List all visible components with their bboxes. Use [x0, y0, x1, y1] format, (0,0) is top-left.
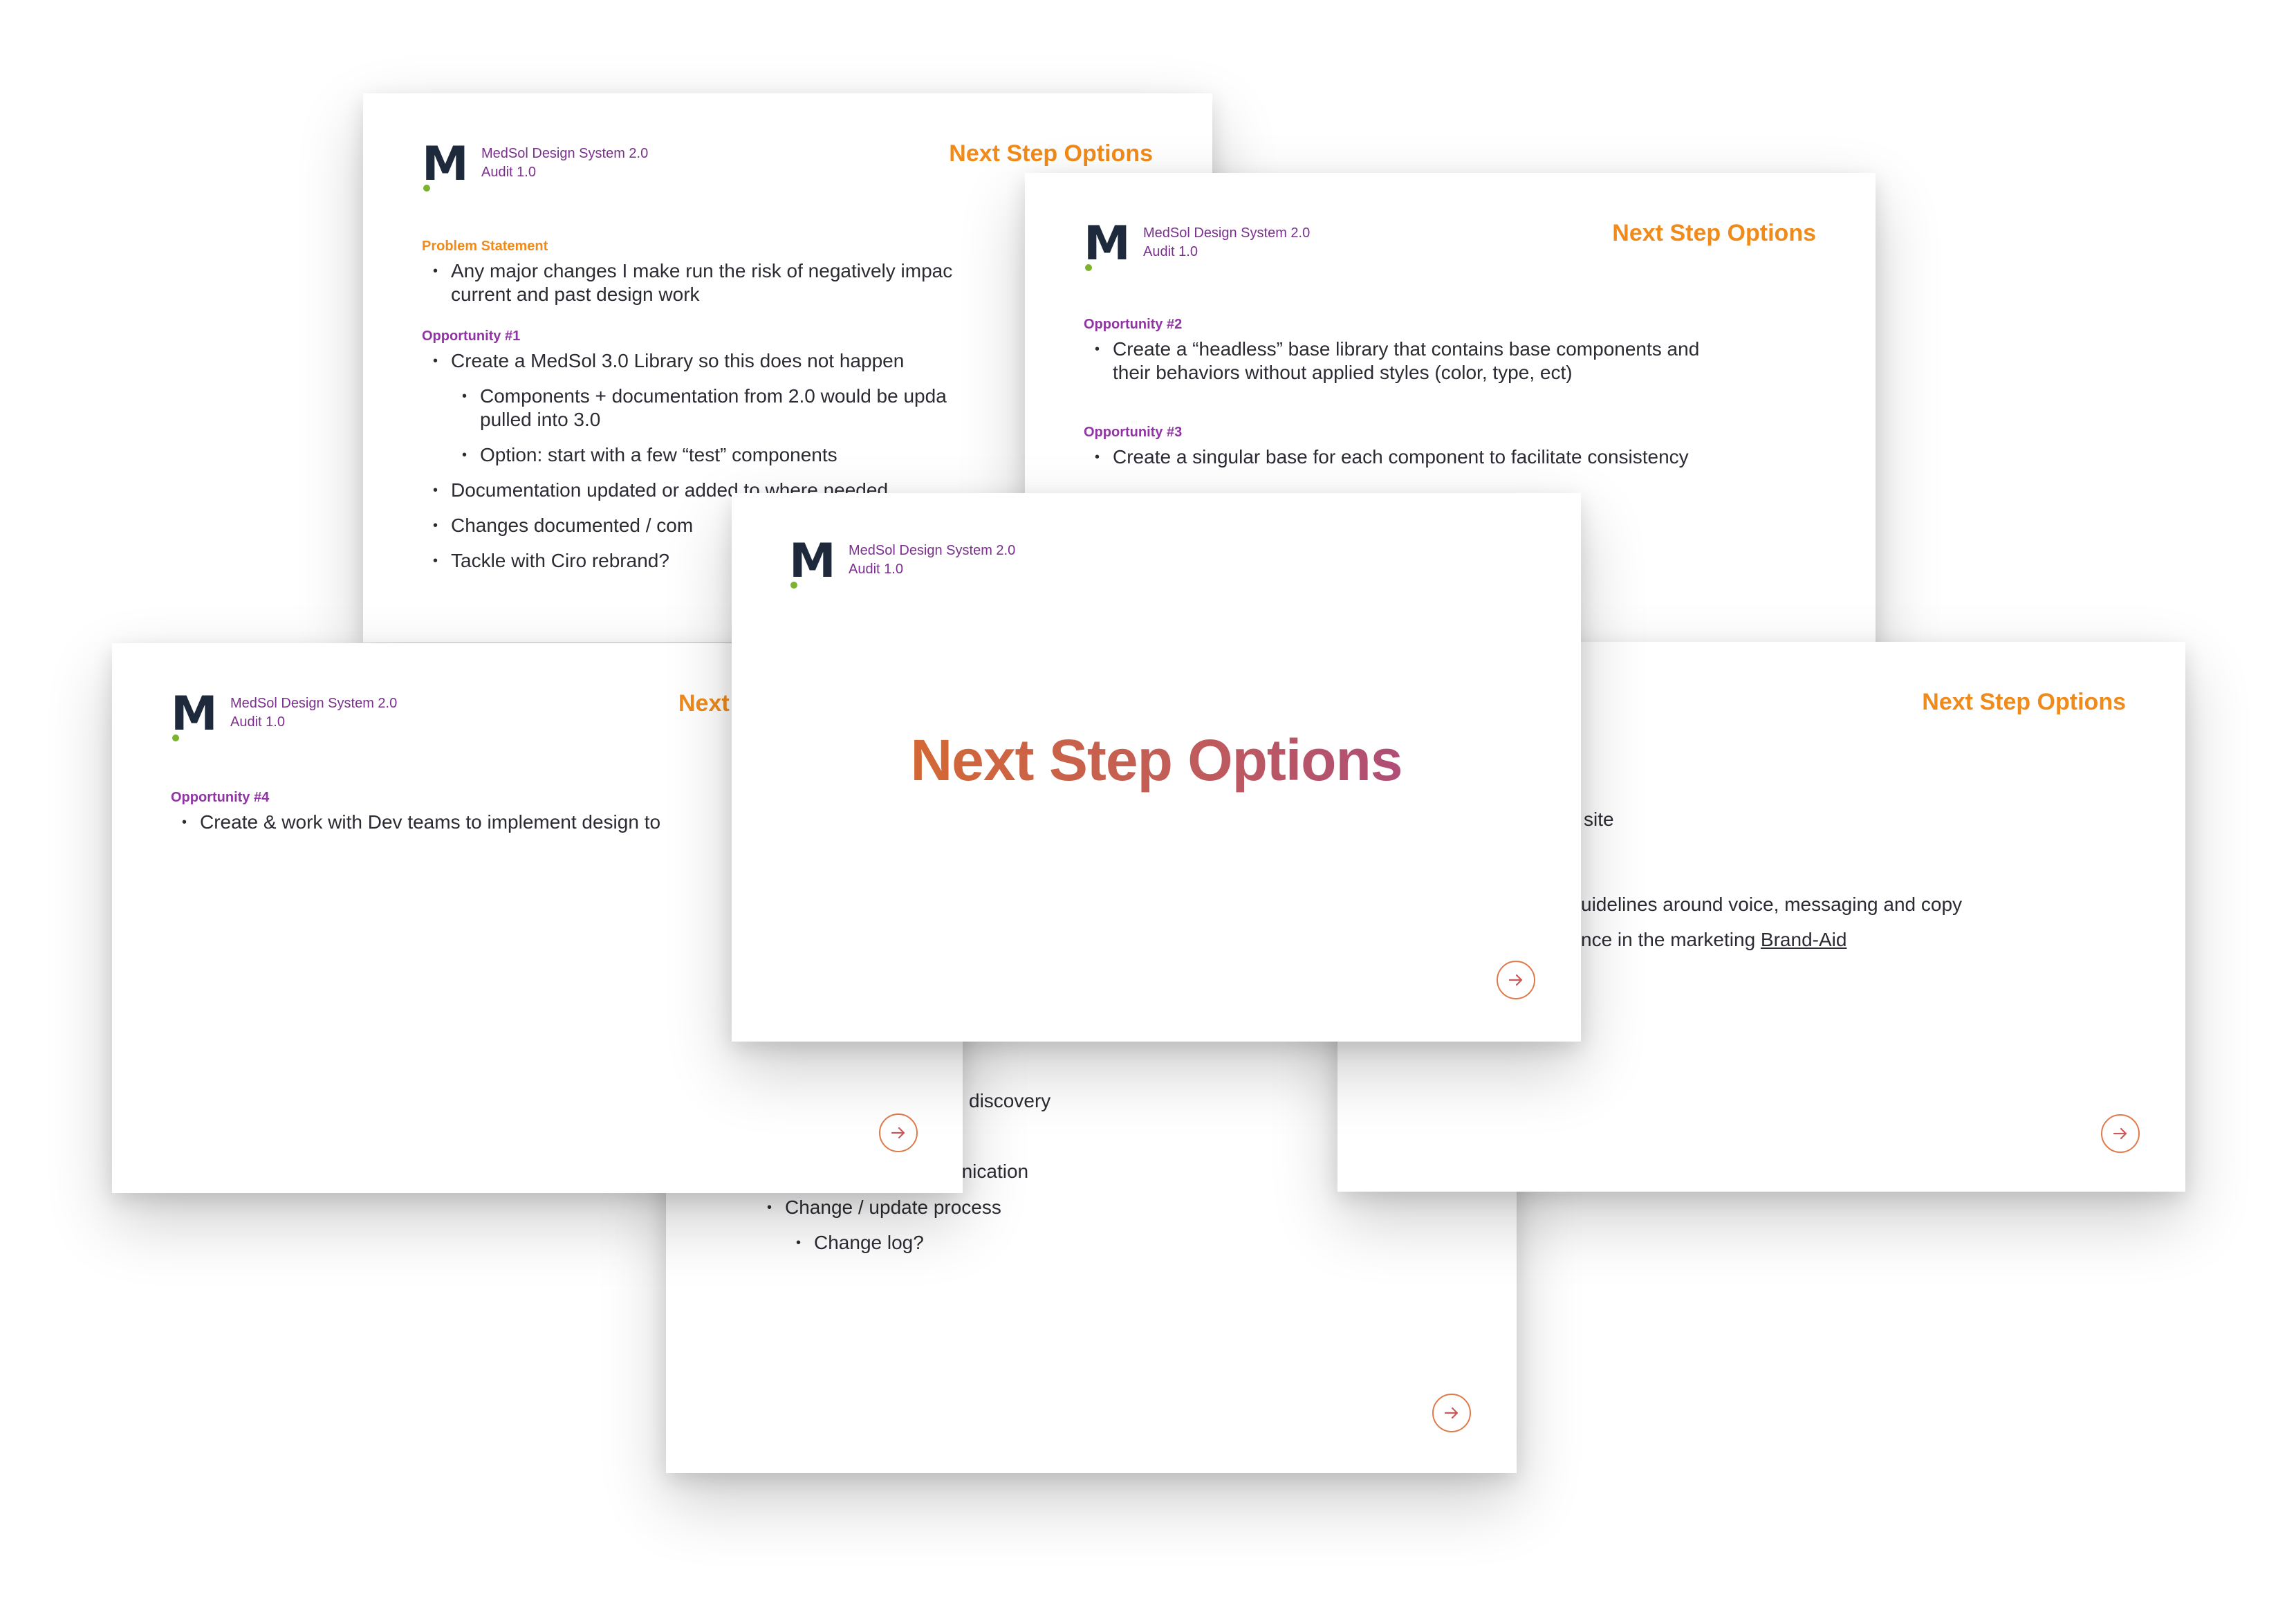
- slide-title: Next Step Options: [949, 140, 1153, 167]
- brand-aid-link[interactable]: Brand-Aid: [1761, 929, 1847, 950]
- medsol-logo-icon: M: [422, 137, 469, 192]
- next-arrow-button[interactable]: [1432, 1394, 1471, 1432]
- brand-version: Audit 1.0: [849, 562, 903, 577]
- next-arrow-button[interactable]: [879, 1113, 918, 1152]
- brand-version: Audit 1.0: [230, 714, 285, 730]
- next-arrow-button[interactable]: [1497, 961, 1535, 999]
- opportunity-2-bullets: Create a “headless” base library that co…: [1084, 338, 1844, 385]
- list-item: Change log?: [756, 1231, 1447, 1255]
- text-fragment: site: [1584, 808, 1614, 830]
- opportunity-1-label: Opportunity #1: [422, 329, 521, 344]
- arrow-right-icon: [2113, 1127, 2127, 1140]
- brand-name: MedSol Design System 2.0: [230, 696, 398, 711]
- brand-name: MedSol Design System 2.0: [849, 543, 1016, 558]
- brand-logo: M MedSol Design System 2.0 Audit 1.0: [789, 534, 1016, 589]
- opportunity-3-label: Opportunity #3: [1084, 425, 1183, 440]
- medsol-logo-icon: M: [1084, 216, 1131, 271]
- brand-version: Audit 1.0: [481, 165, 536, 180]
- slide-title: Next: [678, 690, 730, 717]
- arrow-right-icon: [891, 1127, 905, 1139]
- brand-logo: M MedSol Design System 2.0 Audit 1.0: [422, 137, 649, 192]
- slide-title: Next Step Options: [1612, 220, 1816, 246]
- brand-logo: M MedSol Design System 2.0 Audit 1.0: [171, 687, 398, 741]
- slide-title-card: M MedSol Design System 2.0 Audit 1.0 Nex…: [732, 493, 1581, 1042]
- process-bullets: Change / update process Change log?: [756, 1196, 1447, 1255]
- list-item: Create a singular base for each componen…: [1084, 445, 1844, 469]
- medsol-logo-icon: M: [789, 534, 836, 589]
- brand-name: MedSol Design System 2.0: [481, 146, 649, 161]
- opportunity-2-label: Opportunity #2: [1084, 317, 1183, 332]
- problem-statement-label: Problem Statement: [422, 239, 548, 254]
- brand-name: MedSol Design System 2.0: [1143, 225, 1311, 241]
- opportunity-4-label: Opportunity #4: [171, 790, 270, 805]
- next-arrow-button[interactable]: [2101, 1114, 2140, 1153]
- text-fragment: uidelines around voice, messaging and co…: [1581, 894, 1963, 915]
- medsol-logo-icon: M: [171, 687, 218, 741]
- hero-title: Next Step Options: [732, 727, 1581, 794]
- brand-logo: M MedSol Design System 2.0 Audit 1.0: [1084, 216, 1311, 271]
- list-item: Change / update process: [756, 1196, 1447, 1219]
- slide-title: Next Step Options: [1922, 689, 2126, 715]
- text-fragment: nce in the marketing Brand-Aid: [1581, 929, 1847, 950]
- text-fragment: discovery: [969, 1090, 1051, 1111]
- list-item: Create a “headless” base library that co…: [1084, 338, 1844, 385]
- arrow-right-icon: [1508, 974, 1523, 986]
- brand-version: Audit 1.0: [1143, 244, 1198, 259]
- arrow-right-icon: [1444, 1407, 1459, 1419]
- opportunity-3-bullets: Create a singular base for each componen…: [1084, 445, 1844, 469]
